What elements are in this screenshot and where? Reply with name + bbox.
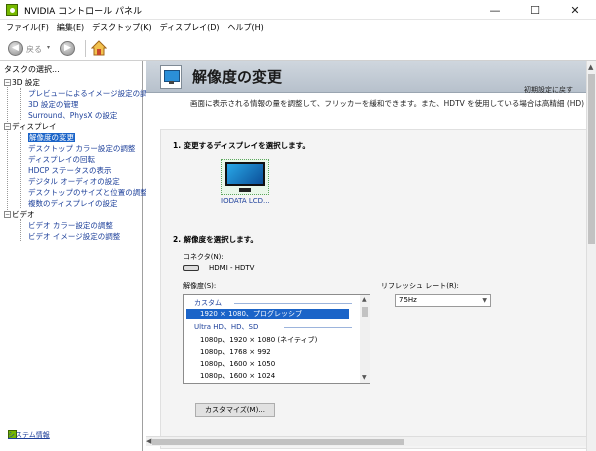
task-manage-3d-settings[interactable]: 3D 設定の管理 bbox=[28, 99, 78, 110]
refresh-rate-label: リフレッシュ レート(R): bbox=[381, 282, 459, 290]
menu-file[interactable]: ファイル(F) bbox=[3, 20, 54, 35]
toolbar-separator bbox=[85, 40, 86, 57]
home-icon[interactable] bbox=[91, 40, 107, 56]
chevron-down-icon: ▼ bbox=[482, 297, 487, 304]
page-title: 解像度の変更 bbox=[192, 68, 283, 86]
window-title: NVIDIA コントロール パネル bbox=[24, 7, 143, 17]
tree-line bbox=[7, 84, 8, 212]
resolution-item[interactable]: 1080p、1600 × 1024 bbox=[200, 371, 275, 381]
menu-help[interactable]: ヘルプ(H) bbox=[224, 20, 268, 35]
task-header: タスクの選択... bbox=[4, 65, 60, 74]
system-info-link[interactable]: システム情報 bbox=[8, 430, 50, 439]
group-divider bbox=[234, 303, 352, 304]
section-select-resolution: 2. 解像度を選択します。 bbox=[173, 235, 258, 244]
monitor-screen bbox=[225, 162, 265, 186]
task-rotate-display[interactable]: ディスプレイの回転 bbox=[28, 154, 95, 165]
scroll-thumb[interactable] bbox=[362, 307, 368, 317]
content-panel: 解像度の変更 初期設定に戻す 画面に表示される情報の量を調整して、フリッカーを緩… bbox=[146, 61, 596, 451]
task-video-color[interactable]: ビデオ カラー設定の調整 bbox=[28, 220, 113, 231]
category-display[interactable]: ディスプレイ bbox=[12, 121, 56, 132]
expander-3d-icon[interactable]: − bbox=[4, 79, 11, 86]
minimize-button[interactable]: — bbox=[475, 0, 515, 20]
monitor-name[interactable]: IODATA LCD... bbox=[221, 197, 270, 205]
resolution-label: 解像度(S): bbox=[183, 282, 217, 290]
scroll-up-icon[interactable]: ▲ bbox=[362, 296, 367, 303]
restore-defaults-link[interactable]: 初期設定に戻す bbox=[524, 85, 573, 95]
expander-display-icon[interactable]: − bbox=[4, 123, 11, 130]
task-digital-audio[interactable]: デジタル オーディオの設定 bbox=[28, 176, 120, 187]
monitor-stand bbox=[239, 188, 251, 192]
tree-line bbox=[20, 88, 21, 120]
display-settings-icon bbox=[160, 65, 182, 89]
maximize-button[interactable]: ☐ bbox=[515, 0, 555, 20]
nvidia-icon bbox=[6, 4, 18, 16]
menu-edit[interactable]: 編集(E) bbox=[54, 20, 89, 35]
page-description: 画面に表示される情報の量を調整して、フリッカーを緩和できます。また、HDTV を… bbox=[190, 99, 596, 108]
category-video[interactable]: ビデオ bbox=[12, 209, 35, 220]
refresh-rate-select[interactable]: 75Hz ▼ bbox=[395, 294, 491, 307]
task-panel: タスクの選択... − 3D 設定 プレビューによるイメージ設定の調整 3D 設… bbox=[0, 61, 155, 451]
expander-video-icon[interactable]: − bbox=[4, 211, 11, 218]
scroll-down-icon[interactable]: ▼ bbox=[362, 374, 367, 381]
resolution-item[interactable]: 1080p、1600 × 1050 bbox=[200, 359, 275, 369]
task-video-image[interactable]: ビデオ イメージ設定の調整 bbox=[28, 231, 120, 242]
title-bar: NVIDIA コントロール パネル — ☐ ✕ bbox=[0, 0, 596, 20]
customize-button[interactable]: カスタマイズ(M)... bbox=[195, 403, 275, 417]
task-hdcp-status[interactable]: HDCP ステータスの表示 bbox=[28, 165, 112, 176]
close-button[interactable]: ✕ bbox=[555, 0, 595, 20]
group-uhd: Ultra HD、HD、SD bbox=[194, 323, 259, 331]
settings-area: 1. 変更するディスプレイを選択します。 IODATA LCD... 2. 解像… bbox=[160, 129, 586, 449]
menu-desktop[interactable]: デスクトップ(K) bbox=[89, 20, 157, 35]
task-surround-physx[interactable]: Surround、PhysX の設定 bbox=[28, 110, 117, 121]
scroll-up-icon[interactable]: ▲ bbox=[588, 63, 593, 71]
tree-line bbox=[20, 219, 21, 241]
connector-label: コネクタ(N): bbox=[183, 253, 224, 261]
refresh-rate-value: 75Hz bbox=[399, 296, 417, 304]
resolution-list-scrollbar[interactable]: ▲ ▼ bbox=[360, 295, 370, 383]
task-change-resolution[interactable]: 解像度の変更 bbox=[28, 132, 75, 143]
forward-button[interactable]: ▶ bbox=[60, 41, 75, 56]
connector-value: HDMI - HDTV bbox=[209, 264, 255, 272]
group-custom: カスタム bbox=[194, 299, 222, 307]
group-divider bbox=[284, 327, 352, 328]
tree-line bbox=[20, 132, 21, 208]
resolution-item[interactable]: 1080p、1768 × 992 bbox=[200, 347, 271, 357]
menu-bar: ファイル(F) 編集(E) デスクトップ(K) ディスプレイ(D) ヘルプ(H) bbox=[0, 20, 596, 35]
back-label[interactable]: 戻る bbox=[26, 44, 42, 55]
scroll-thumb[interactable] bbox=[588, 74, 595, 244]
task-preview-image-settings[interactable]: プレビューによるイメージ設定の調整 bbox=[28, 88, 155, 99]
back-button[interactable]: ◀ bbox=[8, 41, 23, 56]
resolution-list[interactable]: カスタム 1920 × 1080、プログレッシブ Ultra HD、HD、SD … bbox=[183, 294, 370, 384]
section-select-display: 1. 変更するディスプレイを選択します。 bbox=[173, 141, 310, 150]
category-3d-settings[interactable]: 3D 設定 bbox=[12, 77, 40, 88]
back-dropdown-icon[interactable]: ▾ bbox=[47, 44, 50, 51]
menu-display[interactable]: ディスプレイ(D) bbox=[157, 20, 225, 35]
resolution-item-selected[interactable]: 1920 × 1080、プログレッシブ bbox=[186, 309, 349, 319]
monitor-icon[interactable] bbox=[221, 159, 269, 195]
resolution-item[interactable]: 1080p、1920 × 1080 (ネイティブ) bbox=[200, 335, 317, 345]
task-desktop-size-position[interactable]: デスクトップのサイズと位置の調整 bbox=[28, 187, 148, 198]
page-header: 解像度の変更 初期設定に戻す bbox=[146, 61, 586, 95]
scroll-left-icon[interactable]: ◀ bbox=[146, 437, 151, 445]
hdmi-icon bbox=[183, 265, 199, 271]
system-info-label[interactable]: システム情報 bbox=[8, 430, 50, 440]
page-horizontal-scrollbar[interactable]: ◀ bbox=[146, 436, 586, 446]
toolbar: ◀ 戻る ▾ ▶ bbox=[0, 35, 596, 61]
page-vertical-scrollbar[interactable]: ▲ bbox=[586, 61, 596, 451]
scroll-thumb[interactable] bbox=[152, 439, 404, 445]
task-desktop-color[interactable]: デスクトップ カラー設定の調整 bbox=[28, 143, 135, 154]
task-multiple-displays[interactable]: 複数のディスプレイの設定 bbox=[28, 198, 117, 209]
